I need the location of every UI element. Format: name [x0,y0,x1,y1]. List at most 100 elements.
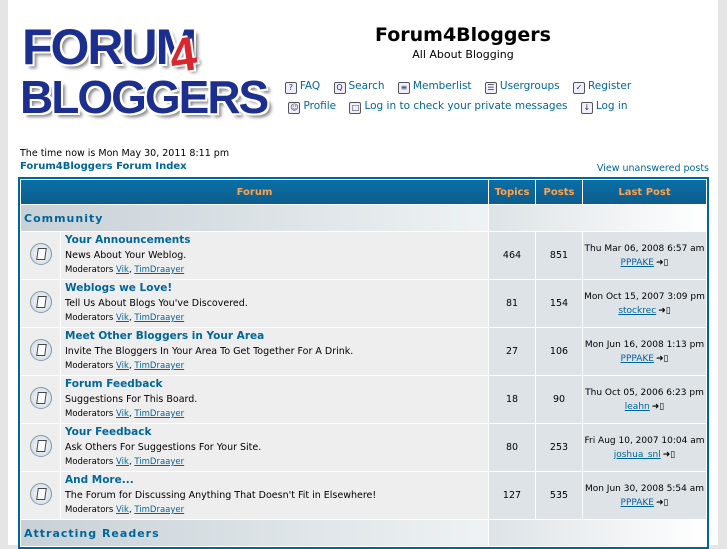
nav-profile[interactable]: ☺ Profile [288,100,336,114]
forum-name-link[interactable]: Weblogs we Love! [65,281,487,296]
forum-row: Weblogs we Love! Tell Us About Blogs You'… [21,280,706,327]
moderator-link[interactable]: TimDraayer [134,361,184,371]
forum-name-link[interactable]: Forum Feedback [65,377,487,392]
category-community[interactable]: Community [21,205,488,231]
view-latest-post-icon[interactable]: ➜▯ [663,450,676,460]
nav-private-messages[interactable]: □ Log in to check your private messages [349,100,568,114]
category-attracting-readers[interactable]: Attracting Readers [21,520,488,546]
nav-label: Register [587,80,632,92]
header-posts: Posts [536,180,582,204]
moderators: Moderators Vik, TimDraayer [65,313,185,323]
forum-name-link[interactable]: Your Feedback [65,425,487,440]
site-subtitle: All About Blogging [412,48,514,61]
nav-login[interactable]: ↓ Log in [580,100,628,114]
view-unanswered-link[interactable]: View unanswered posts [597,163,709,174]
moderator-link[interactable]: Vik [116,265,129,275]
forum-description: Invite The Bloggers In Your Area To Get … [65,346,354,357]
forum-index-link[interactable]: Forum4Bloggers Forum Index [20,161,187,172]
last-post: Mon Oct 15, 2007 3:09 pm stockrec ➜▯ [583,280,706,327]
topics-count: 18 [489,376,535,423]
last-post-date: Mon Jun 30, 2008 5:54 am [584,483,705,494]
page: FORUM 4 BLOGGERS Forum4Bloggers All About … [8,0,718,549]
login-icon: ↓ [580,102,593,114]
view-latest-post-icon[interactable]: ➜▯ [656,258,669,268]
nav-label: Log in to check your private messages [364,100,568,112]
moderators: Moderators Vik, TimDraayer [65,409,185,419]
forum-folder-icon [29,243,52,265]
moderators-label: Moderators [65,409,114,419]
forum-description: Tell Us About Blogs You've Discovered. [65,298,248,309]
moderator-link[interactable]: TimDraayer [134,409,184,419]
last-post-date: Fri Aug 10, 2007 10:04 am [584,435,705,446]
moderators-label: Moderators [65,457,114,467]
category-spacer [489,205,706,231]
moderator-link[interactable]: Vik [116,313,129,323]
moderator-link[interactable]: Vik [116,505,129,515]
view-latest-post-icon[interactable]: ➜▯ [656,498,669,508]
last-post-user-link[interactable]: joshua_snl [614,450,661,460]
forum-icon-cell [21,424,60,471]
forum-folder-icon [29,291,52,313]
moderator-link[interactable]: TimDraayer [134,313,184,323]
nav-faq[interactable]: ? FAQ [284,80,320,94]
nav-row-1: ? FAQ Q Search ≡ Memberlist ☰ Usergroups ✓ Re… [248,80,668,94]
nav-register[interactable]: ✓ Register [572,80,632,94]
forum-icon-cell [21,328,60,375]
moderator-link[interactable]: Vik [116,457,129,467]
current-time: The time now is Mon May 30, 2011 8:11 pm [20,148,230,159]
forum-info: Your Feedback Ask Others For Suggestions … [61,424,488,471]
forum-info: And More... The Forum for Discussing Anyt… [61,472,488,519]
posts-count: 253 [536,424,582,471]
forum-icon-cell [21,280,60,327]
site-title: Forum4Bloggers [375,24,551,46]
forum-folder-icon [29,339,52,361]
moderator-link[interactable]: TimDraayer [134,265,184,275]
last-post-user-link[interactable]: PPPAKE [621,354,654,364]
moderators-label: Moderators [65,505,114,515]
moderator-link[interactable]: TimDraayer [134,505,184,515]
forum-name-link[interactable]: Your Announcements [65,233,487,248]
last-post-user-link[interactable]: PPPAKE [621,498,654,508]
forum-icon-cell [21,472,60,519]
posts-count: 90 [536,376,582,423]
last-post-user-link[interactable]: PPPAKE [621,258,654,268]
last-post-user-link[interactable]: stockrec [618,306,656,316]
forum-name-link[interactable]: Meet Other Bloggers in Your Area [65,329,487,344]
posts-count: 154 [536,280,582,327]
view-latest-post-icon[interactable]: ➜▯ [652,402,665,412]
memberlist-icon: ≡ [397,82,410,94]
site-logo[interactable]: FORUM 4 BLOGGERS [20,18,269,126]
forum-row: Your Feedback Ask Others For Suggestions … [21,424,706,471]
forum-name-link[interactable]: And More... [65,473,487,488]
forum-description: Suggestions For This Board. [65,394,198,405]
moderator-link[interactable]: Vik [116,361,129,371]
moderators: Moderators Vik, TimDraayer [65,361,185,371]
nav-usergroups[interactable]: ☰ Usergroups [484,80,560,94]
view-latest-post-icon[interactable]: ➜▯ [656,354,669,364]
moderator-link[interactable]: TimDraayer [134,457,184,467]
topics-count: 81 [489,280,535,327]
last-post: Fri Aug 10, 2007 10:04 am joshua_snl ➜▯ [583,424,706,471]
last-post: Thu Oct 05, 2006 6:23 pm leahn ➜▯ [583,376,706,423]
forum-folder-icon [29,483,52,505]
forum-table: Forum Topics Posts Last Post Community Yo… [18,177,709,549]
forum-row: Your Announcements News About Your Weblog… [21,232,706,279]
nav-memberlist[interactable]: ≡ Memberlist [397,80,472,94]
forum-icon-cell [21,376,60,423]
topics-count: 80 [489,424,535,471]
moderators: Moderators Vik, TimDraayer [65,265,185,275]
last-post-user-link[interactable]: leahn [625,402,650,412]
forum-info: Your Announcements News About Your Weblog… [61,232,488,279]
header-forum: Forum [21,180,488,204]
last-post-date: Thu Oct 05, 2006 6:23 pm [585,387,704,398]
view-latest-post-icon[interactable]: ➜▯ [658,306,671,316]
posts-count: 535 [536,472,582,519]
moderator-link[interactable]: Vik [116,409,129,419]
usergroups-icon: ☰ [484,82,497,94]
nav-search[interactable]: Q Search [333,80,385,94]
posts-count: 851 [536,232,582,279]
nav-label: Search [348,80,385,92]
forum-icon-cell [21,232,60,279]
category-spacer [489,520,706,546]
register-icon: ✓ [572,82,585,94]
